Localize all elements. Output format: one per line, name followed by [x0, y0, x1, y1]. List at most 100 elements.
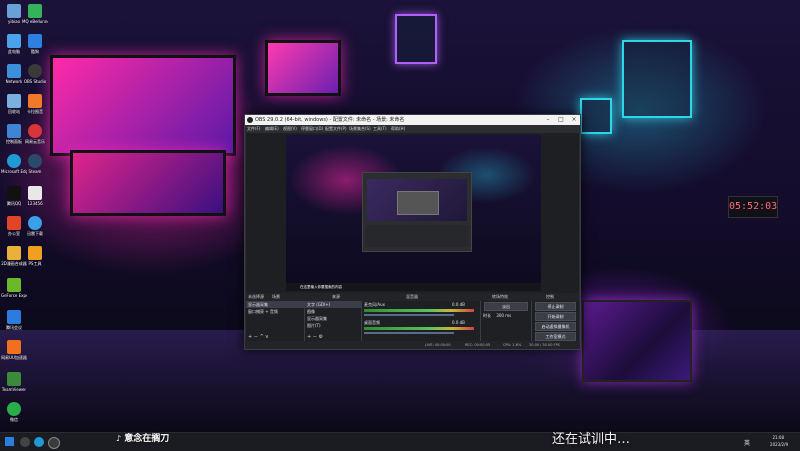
preview-area: 在这里输入你要搜索的内容	[246, 133, 579, 293]
clock-time[interactable]: 21:08	[772, 435, 784, 440]
obs-icon[interactable]	[48, 437, 60, 449]
wallpaper-laptop	[582, 300, 692, 382]
accelerator-icon	[7, 340, 21, 354]
wallpaper-clock: 05:52:03	[728, 196, 778, 218]
nested-docks	[365, 225, 469, 247]
transition-select[interactable]: 淡出	[484, 302, 528, 311]
search-icon[interactable]	[20, 437, 30, 447]
duration-input[interactable]: 300 ms	[496, 313, 511, 318]
wallpaper-neon-panel	[580, 98, 612, 134]
qq-icon	[7, 186, 21, 200]
status-bar: LIVE: 00:00:00 REC: 00:00:05 CPU: 1.6% 3…	[245, 341, 580, 349]
source-toolbar: + − ⚙	[305, 334, 323, 341]
menu-docks[interactable]: 停靠窗口(D)	[301, 125, 323, 133]
office-icon	[7, 216, 21, 230]
duration-row: 时长 300 ms	[481, 312, 531, 319]
desktop-icon[interactable]: 微信	[1, 402, 27, 422]
add-icon[interactable]: +	[248, 334, 252, 340]
preview-search-text: 在这里输入你要搜索的内容	[300, 285, 342, 289]
mixer-panel: 麦克风/Aux 0.0 dB 桌面音频 0.0 dB	[362, 301, 481, 341]
transitions-header: 转场特效	[492, 294, 508, 299]
app-icon	[28, 34, 42, 48]
source-item[interactable]: 图片(T)	[305, 322, 361, 329]
scenes-header: 场景	[272, 294, 280, 299]
studio-mode-button[interactable]: 工作室模式	[535, 332, 576, 341]
desktop-icon[interactable]: TeamViewer	[1, 372, 27, 392]
desktop-icon[interactable]: 网易UU加速器	[1, 340, 27, 360]
menu-view[interactable]: 视图(V)	[283, 125, 297, 133]
app-icon	[28, 94, 42, 108]
menu-help[interactable]: 帮助(H)	[391, 125, 405, 133]
transitions-panel: 淡出 时长 300 ms	[481, 301, 532, 341]
add-icon[interactable]: +	[307, 334, 311, 340]
computer-icon	[7, 34, 21, 48]
source-item[interactable]: 图像	[305, 308, 361, 315]
down-icon[interactable]: v	[265, 334, 268, 340]
scene-item[interactable]: 显示器采集	[246, 301, 304, 308]
cpu-status: CPU: 1.6%	[503, 343, 522, 347]
remove-icon[interactable]: −	[254, 334, 258, 340]
gear-icon[interactable]: ⚙	[319, 334, 323, 340]
wechat-icon	[7, 402, 21, 416]
desktop-icon[interactable]: 迅雷下载	[22, 216, 48, 236]
menu-bar: 文件(F) 编辑(E) 视图(V) 停靠窗口(D) 配置文件(P) 场景集合(S…	[245, 125, 580, 133]
virtual-camera-button[interactable]: 启动虚拟摄像机	[535, 322, 576, 331]
desktop-icon[interactable]: GeForce Experience	[1, 278, 27, 298]
rec-status: REC: 00:00:05	[465, 343, 491, 347]
audio-meter	[364, 309, 474, 312]
preview-canvas[interactable]: 在这里输入你要搜索的内容	[286, 135, 541, 291]
desktop-icon[interactable]: OBS Studio	[22, 64, 48, 84]
volume-slider[interactable]	[364, 314, 454, 316]
nested-preview-inner	[397, 191, 439, 215]
desktop-icon[interactable]: MQ eBellunner	[22, 4, 48, 24]
stop-recording-button[interactable]: 停止录制	[535, 302, 576, 311]
menu-file[interactable]: 文件(F)	[247, 125, 260, 133]
meeting-icon	[7, 310, 21, 324]
desktop-icon[interactable]: 网易云音乐	[22, 124, 48, 144]
language-indicator[interactable]: 英	[744, 438, 750, 447]
scene-item[interactable]: 窗口捕获 + 音频	[246, 308, 304, 315]
up-icon[interactable]: ^	[260, 334, 264, 340]
music-icon	[28, 124, 42, 138]
mixer-channel-level: 0.0 dB	[452, 320, 465, 325]
window-title: OBS 29.0.2 (64-bit, windows) - 配置文件: 未命名…	[255, 117, 405, 123]
volume-slider[interactable]	[364, 332, 454, 334]
live-status: LIVE: 00:00:00	[425, 343, 451, 347]
network-icon	[7, 64, 21, 78]
edge-icon[interactable]	[34, 437, 44, 447]
wallpaper-monitor	[50, 55, 236, 156]
controls-header: 控制	[546, 294, 554, 299]
close-icon[interactable]: ×	[568, 115, 580, 125]
wallpaper-neon-panel	[622, 40, 692, 118]
desktop-icon[interactable]: 酷狗	[22, 34, 48, 54]
scenes-panel: 显示器采集 窗口捕获 + 音频 + − ^ v	[246, 301, 305, 341]
sources-header: 来源	[332, 294, 340, 299]
teamviewer-icon	[7, 372, 21, 386]
windows-start-icon[interactable]	[5, 437, 14, 446]
clock-date[interactable]: 2023/2/9	[770, 442, 788, 447]
menu-tools[interactable]: 工具(T)	[373, 125, 387, 133]
remove-icon[interactable]: −	[313, 334, 317, 340]
start-recording-button[interactable]: 开始录制	[535, 312, 576, 321]
obs-titlebar[interactable]: OBS 29.0.2 (64-bit, windows) - 配置文件: 未命名…	[245, 115, 580, 125]
menu-profile[interactable]: 配置文件(P)	[325, 125, 347, 133]
desktop-icon[interactable]: 123456	[22, 186, 48, 206]
maximize-icon[interactable]: □	[555, 115, 567, 125]
tiktok-icon: ♪	[116, 434, 122, 443]
menu-scene-collection[interactable]: 场景集合(S)	[349, 125, 371, 133]
minimize-icon[interactable]: –	[542, 115, 554, 125]
desktop-icon[interactable]: PS工具	[22, 246, 48, 266]
menu-edit[interactable]: 编辑(E)	[265, 125, 279, 133]
source-item[interactable]: 显示器采集	[305, 315, 361, 322]
audio-meter	[364, 327, 474, 330]
wallpaper-neon-panel	[395, 14, 437, 64]
desktop-icon[interactable]: Steam	[22, 154, 48, 174]
edge-icon	[7, 154, 21, 168]
sources-panel: 文字 (GDI+) 图像 显示器采集 图片(T) + − ⚙	[305, 301, 362, 341]
video-watermark: ♪ 意念在搁刀	[116, 432, 169, 446]
fps-status: 30.00 / 30.00 FPS	[529, 343, 560, 347]
source-item[interactable]: 文字 (GDI+)	[305, 301, 361, 308]
desktop-icon[interactable]: 卡拉图音	[22, 94, 48, 114]
desktop-icon[interactable]: 腾讯会议	[1, 310, 27, 330]
obs-window[interactable]: OBS 29.0.2 (64-bit, windows) - 配置文件: 未命名…	[244, 114, 581, 350]
